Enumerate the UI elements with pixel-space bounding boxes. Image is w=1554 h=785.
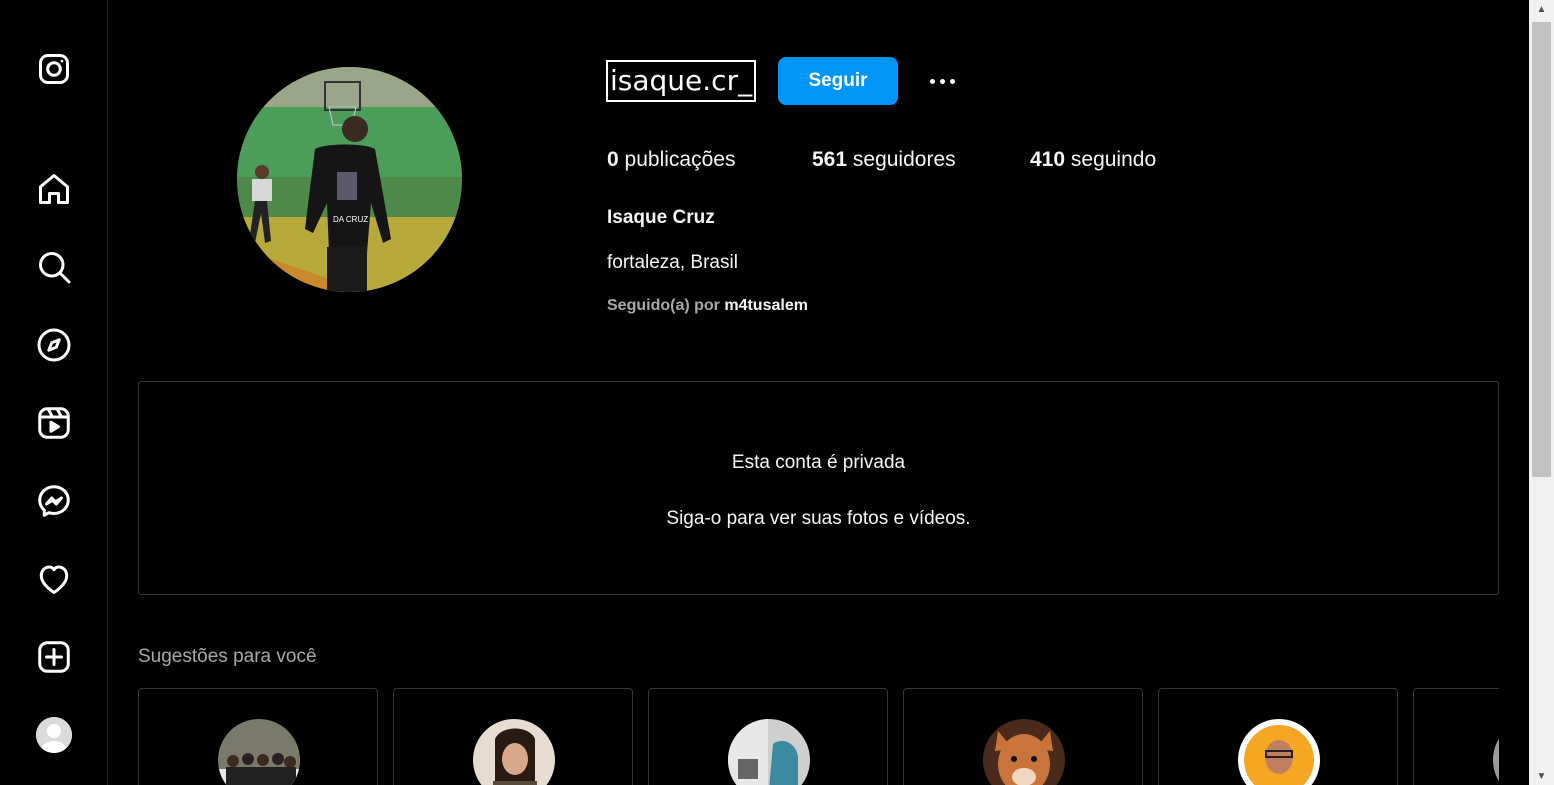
suggestion-card[interactable]	[393, 688, 633, 785]
svg-text:DA CRUZ: DA CRUZ	[333, 215, 368, 224]
messenger-icon[interactable]	[34, 481, 74, 521]
suggestion-card[interactable]	[648, 688, 888, 785]
private-account-notice: Esta conta é privada Siga-o para ver sua…	[138, 381, 1499, 595]
posts-label: publicações	[624, 148, 736, 171]
reels-icon[interactable]	[34, 403, 74, 443]
suggestion-avatar[interactable]	[1238, 719, 1320, 785]
profile-avatar[interactable]	[36, 717, 72, 753]
follow-button[interactable]: Seguir	[778, 57, 898, 105]
suggestion-card[interactable]	[903, 688, 1143, 785]
explore-icon[interactable]	[34, 325, 74, 365]
followers-count: 561	[812, 148, 848, 171]
more-options-icon[interactable]	[919, 66, 965, 96]
following-count: 410	[1030, 148, 1066, 171]
suggestion-avatar[interactable]	[218, 719, 300, 785]
suggestion-card[interactable]	[1158, 688, 1398, 785]
scrollbar-thumb[interactable]	[1532, 22, 1551, 477]
full-name: Isaque Cruz	[607, 207, 715, 228]
following-label: seguindo	[1070, 148, 1157, 171]
search-icon[interactable]	[34, 247, 74, 287]
sidebar	[0, 0, 108, 785]
private-title: Esta conta é privada	[731, 452, 906, 473]
followed-by-user[interactable]: m4tusalem	[724, 297, 808, 314]
suggestion-avatar[interactable]	[983, 719, 1065, 785]
followed-by-prefix: Seguido(a) por	[607, 297, 720, 314]
username: isaque.cr_	[606, 60, 757, 102]
suggestion-card[interactable]	[138, 688, 378, 785]
followers-stat[interactable]: 561 seguidores	[812, 148, 956, 172]
profile-picture[interactable]: DA CRUZ	[237, 67, 462, 292]
posts-count: 0	[607, 148, 619, 171]
suggestion-card[interactable]	[1413, 688, 1499, 785]
scroll-up-arrow-icon[interactable]: ▲	[1529, 0, 1554, 18]
suggestion-avatar[interactable]	[728, 719, 810, 785]
scroll-down-arrow-icon[interactable]: ▼	[1529, 767, 1554, 785]
home-icon[interactable]	[34, 169, 74, 209]
heart-icon[interactable]	[34, 559, 74, 599]
create-icon[interactable]	[34, 637, 74, 677]
followers-label: seguidores	[852, 148, 956, 171]
private-subtitle: Siga-o para ver suas fotos e vídeos.	[666, 508, 971, 529]
instagram-logo-icon[interactable]	[34, 49, 74, 89]
suggestion-avatar[interactable]	[1493, 719, 1499, 785]
posts-stat: 0 publicações	[607, 148, 735, 172]
followed-by[interactable]: Seguido(a) por m4tusalem	[607, 297, 808, 315]
following-stat[interactable]: 410 seguindo	[1030, 148, 1156, 172]
bio-text: fortaleza, Brasil	[607, 252, 738, 273]
main-content: DA CRUZ isaque.cr_ Seguir 0 publicações …	[109, 0, 1529, 785]
suggestions-list	[138, 688, 1499, 785]
scrollbar[interactable]: ▲ ▼	[1529, 0, 1554, 785]
suggestion-avatar[interactable]	[473, 719, 555, 785]
suggestions-title: Sugestões para você	[138, 646, 317, 667]
